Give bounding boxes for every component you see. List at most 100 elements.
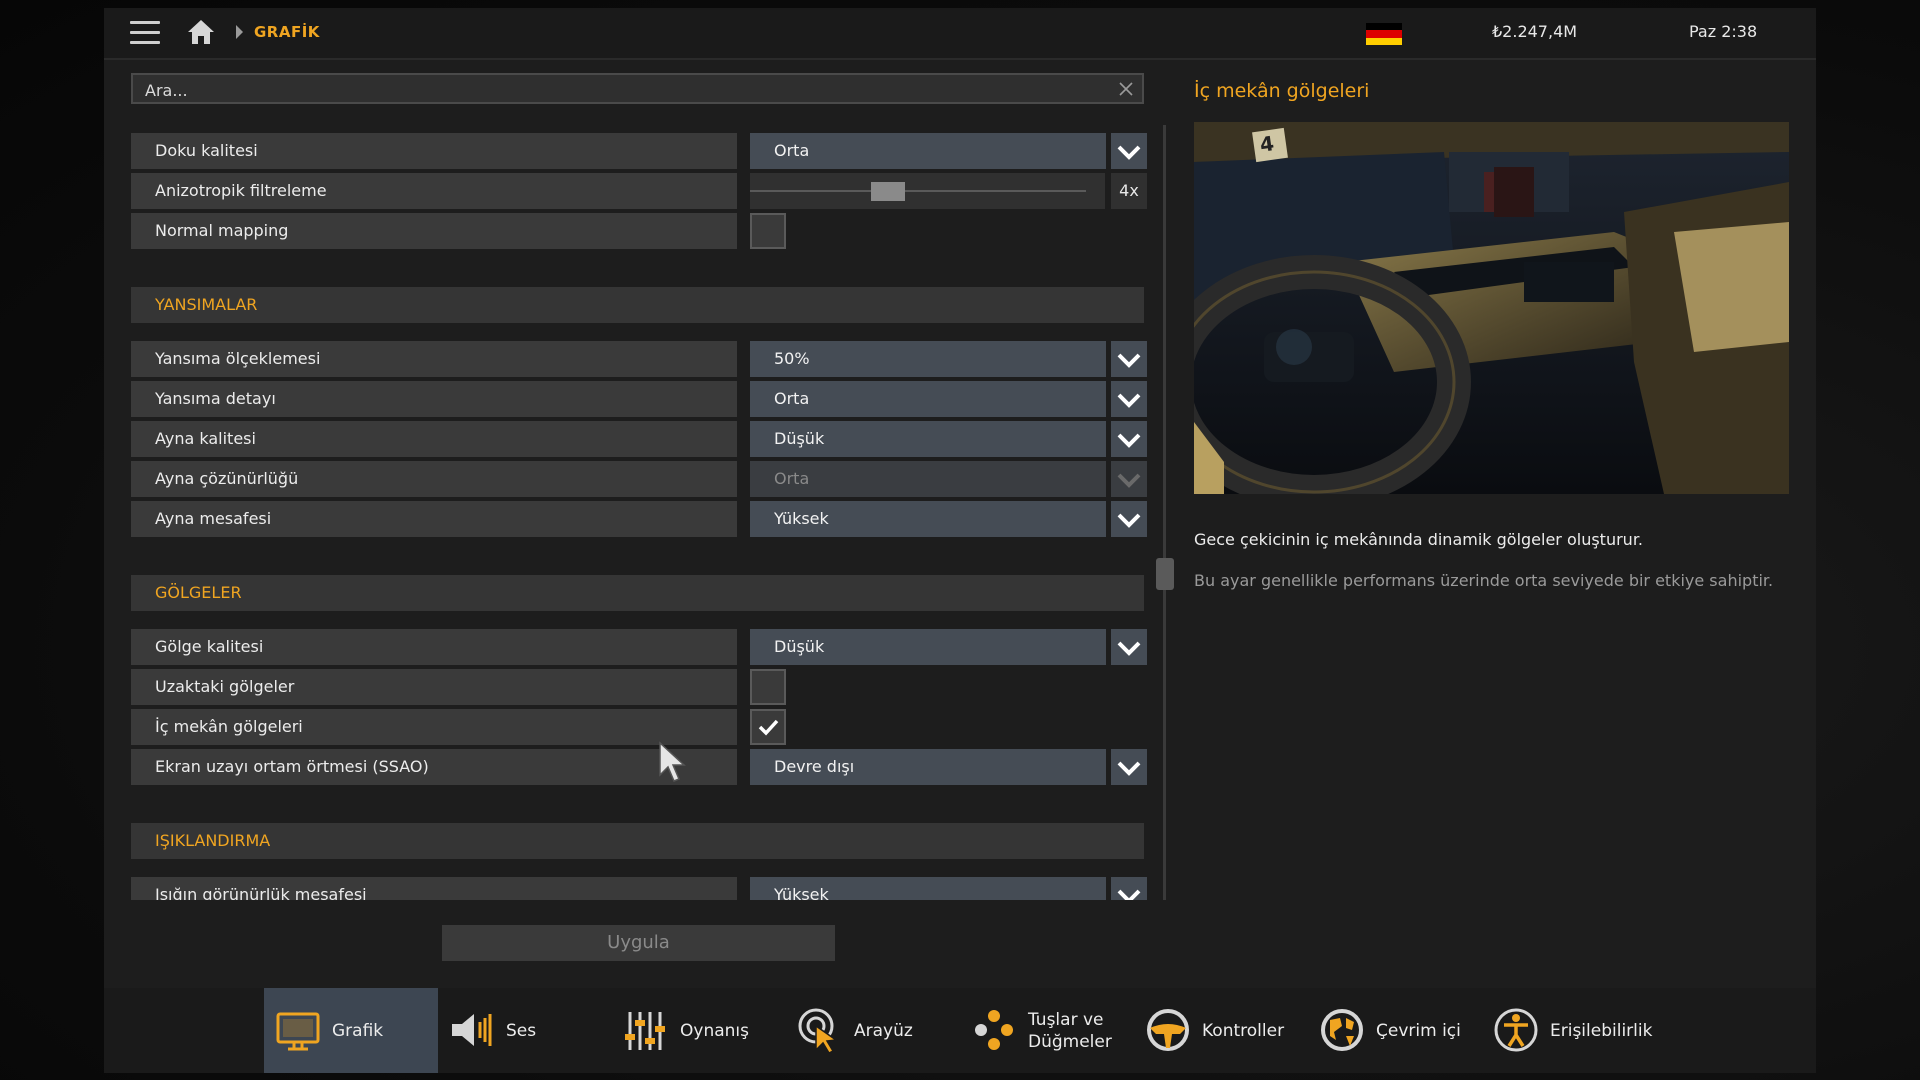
reflection-scale-dropdown[interactable]: 50% <box>750 341 1106 377</box>
tab-keys-buttons[interactable]: Tuşlar ve Düğmeler <box>960 988 1134 1073</box>
mouse-cursor-icon <box>659 741 686 782</box>
chevron-down-icon[interactable] <box>1111 629 1147 665</box>
section-header-reflections: YANSIMALAR <box>131 287 1144 323</box>
globe-icon <box>1321 1009 1363 1051</box>
mirror-resolution-dropdown: Orta <box>750 461 1106 497</box>
search-input[interactable]: Ara... <box>131 73 1144 104</box>
slider-track <box>750 190 1086 192</box>
breadcrumb: GRAFİK <box>254 23 320 41</box>
setting-row-mirror-distance: Ayna mesafesi Yüksek <box>131 501 1147 537</box>
chevron-down-icon <box>1111 461 1147 497</box>
tab-interface[interactable]: Arayüz <box>786 988 960 1073</box>
chevron-down-icon[interactable] <box>1111 133 1147 169</box>
setting-label: İç mekân gölgeleri <box>131 709 737 745</box>
tab-label: Tuşlar ve Düğmeler <box>1028 1009 1112 1052</box>
mirror-distance-dropdown[interactable]: Yüksek <box>750 501 1106 537</box>
chevron-down-icon[interactable] <box>1111 341 1147 377</box>
texture-quality-dropdown[interactable]: Orta <box>750 133 1106 169</box>
setting-label: Gölge kalitesi <box>131 629 737 665</box>
interior-shadows-checkbox[interactable] <box>750 709 786 745</box>
truck-interior-illustration <box>1194 122 1789 494</box>
setting-row-texture-quality: Doku kalitesi Orta <box>131 133 1147 169</box>
game-clock: Paz 2:38 <box>1689 22 1758 41</box>
setting-label: Doku kalitesi <box>131 133 737 169</box>
light-distance-dropdown[interactable]: Yüksek <box>750 877 1106 900</box>
info-title: İç mekân gölgeleri <box>1194 80 1370 102</box>
clear-search-icon[interactable] <box>1118 81 1134 97</box>
setting-row-distant-shadows: Uzaktaki gölgeler <box>131 669 1144 705</box>
speaker-icon <box>452 1014 492 1046</box>
setting-label: Normal mapping <box>131 213 737 249</box>
tab-label: Kontroller <box>1202 1020 1285 1041</box>
cursor-target-icon <box>798 1008 839 1054</box>
apply-button[interactable]: Uygula <box>442 925 835 961</box>
setting-label: Yansıma detayı <box>131 381 737 417</box>
flag-stripe-gold <box>1366 37 1402 45</box>
setting-row-interior-shadows: İç mekân gölgeleri <box>131 709 1144 745</box>
scrollbar-thumb[interactable] <box>1156 558 1174 590</box>
tab-online[interactable]: Çevrim içi <box>1308 988 1482 1073</box>
setting-label: Ayna çözünürlüğü <box>131 461 737 497</box>
tab-label: Arayüz <box>854 1020 913 1041</box>
setting-row-shadow-quality: Gölge kalitesi Düşük <box>131 629 1147 665</box>
mirror-quality-dropdown[interactable]: Düşük <box>750 421 1106 457</box>
chevron-down-icon[interactable] <box>1111 421 1147 457</box>
slider-thumb[interactable] <box>871 182 905 201</box>
setting-label: Ayna kalitesi <box>131 421 737 457</box>
slider-value: 4x <box>1111 173 1147 209</box>
settings-list: Doku kalitesi Orta Anizotropik filtrelem… <box>131 120 1147 900</box>
flag-stripe-black <box>1366 23 1402 31</box>
home-icon[interactable] <box>186 18 216 46</box>
anisotropic-slider[interactable] <box>750 173 1105 209</box>
search-input-text: Ara... <box>145 81 188 100</box>
ssao-dropdown[interactable]: Devre dışı <box>750 749 1106 785</box>
gamepad-buttons-icon <box>975 1010 1013 1050</box>
top-bar: GRAFİK ₺2.247,4M Paz 2:38 <box>104 8 1816 60</box>
tab-controls[interactable]: Kontroller <box>1134 988 1308 1073</box>
accessibility-icon <box>1494 1008 1538 1052</box>
chevron-down-icon[interactable] <box>1111 749 1147 785</box>
bottom-navigation: Grafik Ses Oynanış Arayüz Tuşlar ve Düğm… <box>104 988 1816 1073</box>
breadcrumb-arrow-icon <box>236 25 243 39</box>
tab-label: Erişilebilirlik <box>1550 1020 1653 1041</box>
setting-row-light-distance: Işığın görünürlük mesafesi Yüksek <box>131 877 1147 900</box>
setting-row-mirror-resolution: Ayna çözünürlüğü Orta <box>131 461 1147 497</box>
setting-label: Yansıma ölçeklemesi <box>131 341 737 377</box>
chevron-down-icon[interactable] <box>1111 877 1147 900</box>
chevron-down-icon[interactable] <box>1111 501 1147 537</box>
settings-scrollbar[interactable] <box>1163 125 1166 900</box>
distant-shadows-checkbox[interactable] <box>750 669 786 705</box>
steering-wheel-icon <box>1147 1009 1189 1051</box>
money-balance: ₺2.247,4M <box>1492 22 1578 41</box>
reflection-detail-dropdown[interactable]: Orta <box>750 381 1106 417</box>
tab-gameplay[interactable]: Oynanış <box>612 988 786 1073</box>
tab-label: Ses <box>506 1020 537 1041</box>
setting-row-ssao: Ekran uzayı ortam örtmesi (SSAO) Devre d… <box>131 749 1147 785</box>
tab-label: Grafik <box>332 1020 384 1041</box>
setting-label: Ekran uzayı ortam örtmesi (SSAO) <box>131 749 737 785</box>
info-description: Gece çekicinin iç mekânında dinamik gölg… <box>1194 530 1644 549</box>
tab-graphics[interactable]: Grafik <box>264 988 438 1073</box>
shadow-quality-dropdown[interactable]: Düşük <box>750 629 1106 665</box>
setting-label: Anizotropik filtreleme <box>131 173 737 209</box>
setting-row-reflection-scale: Yansıma ölçeklemesi 50% <box>131 341 1147 377</box>
setting-label: Ayna mesafesi <box>131 501 737 537</box>
monitor-icon <box>276 1012 320 1051</box>
info-performance-note: Bu ayar genellikle performans üzerinde o… <box>1194 571 1774 590</box>
tab-label: Çevrim içi <box>1376 1020 1461 1041</box>
setting-label: Uzaktaki gölgeler <box>131 669 737 705</box>
setting-row-normal-mapping: Normal mapping <box>131 213 1144 249</box>
chevron-down-icon[interactable] <box>1111 381 1147 417</box>
section-header-shadows: GÖLGELER <box>131 575 1144 611</box>
menu-icon[interactable] <box>130 21 160 45</box>
setting-preview-image: 4 <box>1194 122 1789 494</box>
tab-accessibility[interactable]: Erişilebilirlik <box>1482 988 1656 1073</box>
sliders-icon <box>625 1012 665 1050</box>
language-flag-icon[interactable] <box>1366 23 1402 45</box>
normal-mapping-checkbox[interactable] <box>750 213 786 249</box>
setting-row-mirror-quality: Ayna kalitesi Düşük <box>131 421 1147 457</box>
section-header-lighting: IŞIKLANDIRMA <box>131 823 1144 859</box>
checkmark-icon <box>758 719 779 736</box>
setting-row-reflection-detail: Yansıma detayı Orta <box>131 381 1147 417</box>
tab-sound[interactable]: Ses <box>438 988 612 1073</box>
